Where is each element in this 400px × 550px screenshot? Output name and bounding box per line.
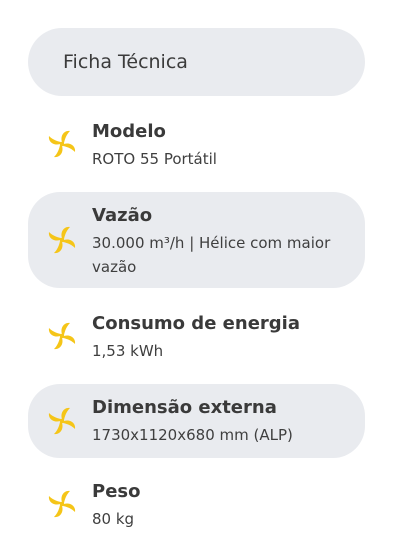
- spec-value: ROTO 55 Portátil: [92, 150, 217, 168]
- fan-icon: [48, 226, 76, 254]
- spec-item-vazao: Vazão 30.000 m³/h | Hélice com maior vaz…: [28, 192, 365, 288]
- spec-title: Modelo: [92, 121, 166, 142]
- spec-value: 1730x1120x680 mm (ALP): [92, 426, 293, 444]
- spec-title: Vazão: [92, 205, 153, 226]
- spec-item-dimensao: Dimensão externa 1730x1120x680 mm (ALP): [28, 384, 365, 458]
- fan-icon: [48, 322, 76, 350]
- fan-icon: [48, 130, 76, 158]
- spec-item-consumo: Consumo de energia 1,53 kWh: [28, 300, 365, 372]
- spec-item-modelo: Modelo ROTO 55 Portátil: [28, 108, 365, 180]
- spec-value: 1,53 kWh: [92, 342, 164, 360]
- tech-spec-title: Ficha Técnica: [63, 51, 188, 73]
- spec-title: Peso: [92, 481, 141, 502]
- spec-title: Consumo de energia: [92, 313, 300, 334]
- tech-spec-header: Ficha Técnica: [28, 28, 365, 96]
- fan-icon: [48, 490, 76, 518]
- spec-value: 80 kg: [92, 510, 135, 528]
- fan-icon: [48, 407, 76, 435]
- tech-spec-panel: Ficha Técnica Modelo ROTO 55 Portátil Va…: [0, 0, 400, 550]
- spec-value: 30.000 m³/h | Hélice com maior vazão: [92, 234, 331, 276]
- spec-title: Dimensão externa: [92, 397, 277, 418]
- spec-item-peso: Peso 80 kg: [28, 470, 365, 542]
